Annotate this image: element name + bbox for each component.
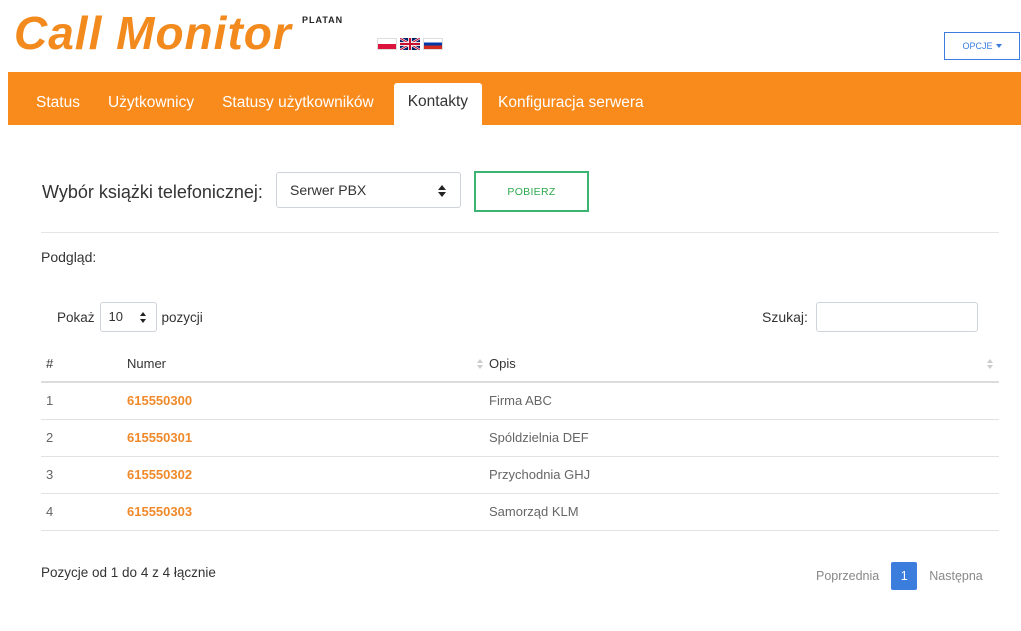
phone-number-link[interactable]: 615550302 — [127, 467, 192, 482]
tab-users[interactable]: Użytkownicy — [94, 84, 208, 125]
row-index: 3 — [41, 456, 127, 494]
sort-icon — [477, 359, 484, 369]
call-monitor-app: Call Monitor PLATAN OPCJE Status Użytkow… — [0, 0, 1021, 631]
table-header-row: # Numer Opis — [41, 345, 999, 383]
pagination-previous[interactable]: Poprzednia — [810, 569, 885, 583]
options-dropdown-button[interactable]: OPCJE — [944, 32, 1020, 60]
column-header-index[interactable]: # — [41, 345, 127, 383]
row-description: Spóldzielnia DEF — [489, 419, 999, 457]
row-index: 4 — [41, 493, 127, 531]
polish-flag-icon[interactable] — [377, 38, 397, 50]
table-info: Pozycje od 1 do 4 z 4 łącznie — [41, 565, 216, 580]
logo-text: Call Monitor — [14, 7, 292, 59]
phonebook-select[interactable]: Serwer PBX — [276, 172, 461, 208]
fetch-button[interactable]: POBIERZ — [474, 171, 589, 212]
search-input[interactable] — [816, 302, 978, 332]
tab-contacts[interactable]: Kontakty — [393, 83, 483, 125]
phone-number-link[interactable]: 615550303 — [127, 504, 192, 519]
page-length-control: Pokaż 10 pozycji — [57, 302, 203, 332]
table-row: 3 615550302 Przychodnia GHJ — [41, 456, 999, 494]
uk-flag-icon[interactable] — [400, 38, 420, 50]
row-description: Przychodnia GHJ — [489, 456, 999, 494]
page-length-value: 10 — [108, 309, 123, 324]
sort-icon — [987, 359, 994, 369]
pagination-next[interactable]: Następna — [923, 569, 989, 583]
row-index: 2 — [41, 419, 127, 457]
options-label: OPCJE — [962, 41, 993, 51]
phone-number-link[interactable]: 615550301 — [127, 430, 192, 445]
tab-user-statuses[interactable]: Statusy użytkowników — [208, 84, 388, 125]
row-description: Samorząd KLM — [489, 493, 999, 531]
row-index: 1 — [41, 382, 127, 420]
table-row: 1 615550300 Firma ABC — [41, 382, 999, 420]
column-header-number[interactable]: Numer — [127, 345, 489, 383]
pagination-page-current[interactable]: 1 — [891, 562, 918, 590]
page-length-select[interactable]: 10 — [99, 302, 157, 332]
main-navbar: Status Użytkownicy Statusy użytkowników … — [8, 72, 1021, 125]
phonebook-label: Wybór książki telefonicznej: — [42, 182, 263, 202]
phone-number-link[interactable]: 615550300 — [127, 393, 192, 408]
tab-status[interactable]: Status — [26, 84, 94, 125]
preview-label: Podgląd: — [41, 249, 97, 265]
contacts-table: # Numer Opis 1 615550300 Firma ABC 2 615… — [41, 345, 999, 531]
divider — [41, 232, 999, 233]
table-row: 2 615550301 Spóldzielnia DEF — [41, 419, 999, 457]
tab-server-config[interactable]: Konfiguracja serwera — [484, 84, 658, 125]
russian-flag-icon[interactable] — [423, 38, 443, 50]
search-label: Szukaj: — [762, 309, 808, 325]
show-suffix: pozycji — [161, 309, 203, 325]
logo-brand: PLATAN — [302, 15, 344, 25]
phonebook-selected-value: Serwer PBX — [290, 182, 367, 198]
caret-down-icon — [995, 44, 1002, 48]
select-arrows-icon — [139, 312, 147, 323]
select-arrows-icon — [438, 185, 446, 197]
language-switcher — [377, 38, 443, 50]
table-row: 4 615550303 Samorząd KLM — [41, 493, 999, 531]
pagination: Poprzednia 1 Następna — [810, 562, 989, 590]
column-header-description[interactable]: Opis — [489, 345, 999, 383]
show-prefix: Pokaż — [57, 309, 95, 325]
row-description: Firma ABC — [489, 382, 999, 420]
